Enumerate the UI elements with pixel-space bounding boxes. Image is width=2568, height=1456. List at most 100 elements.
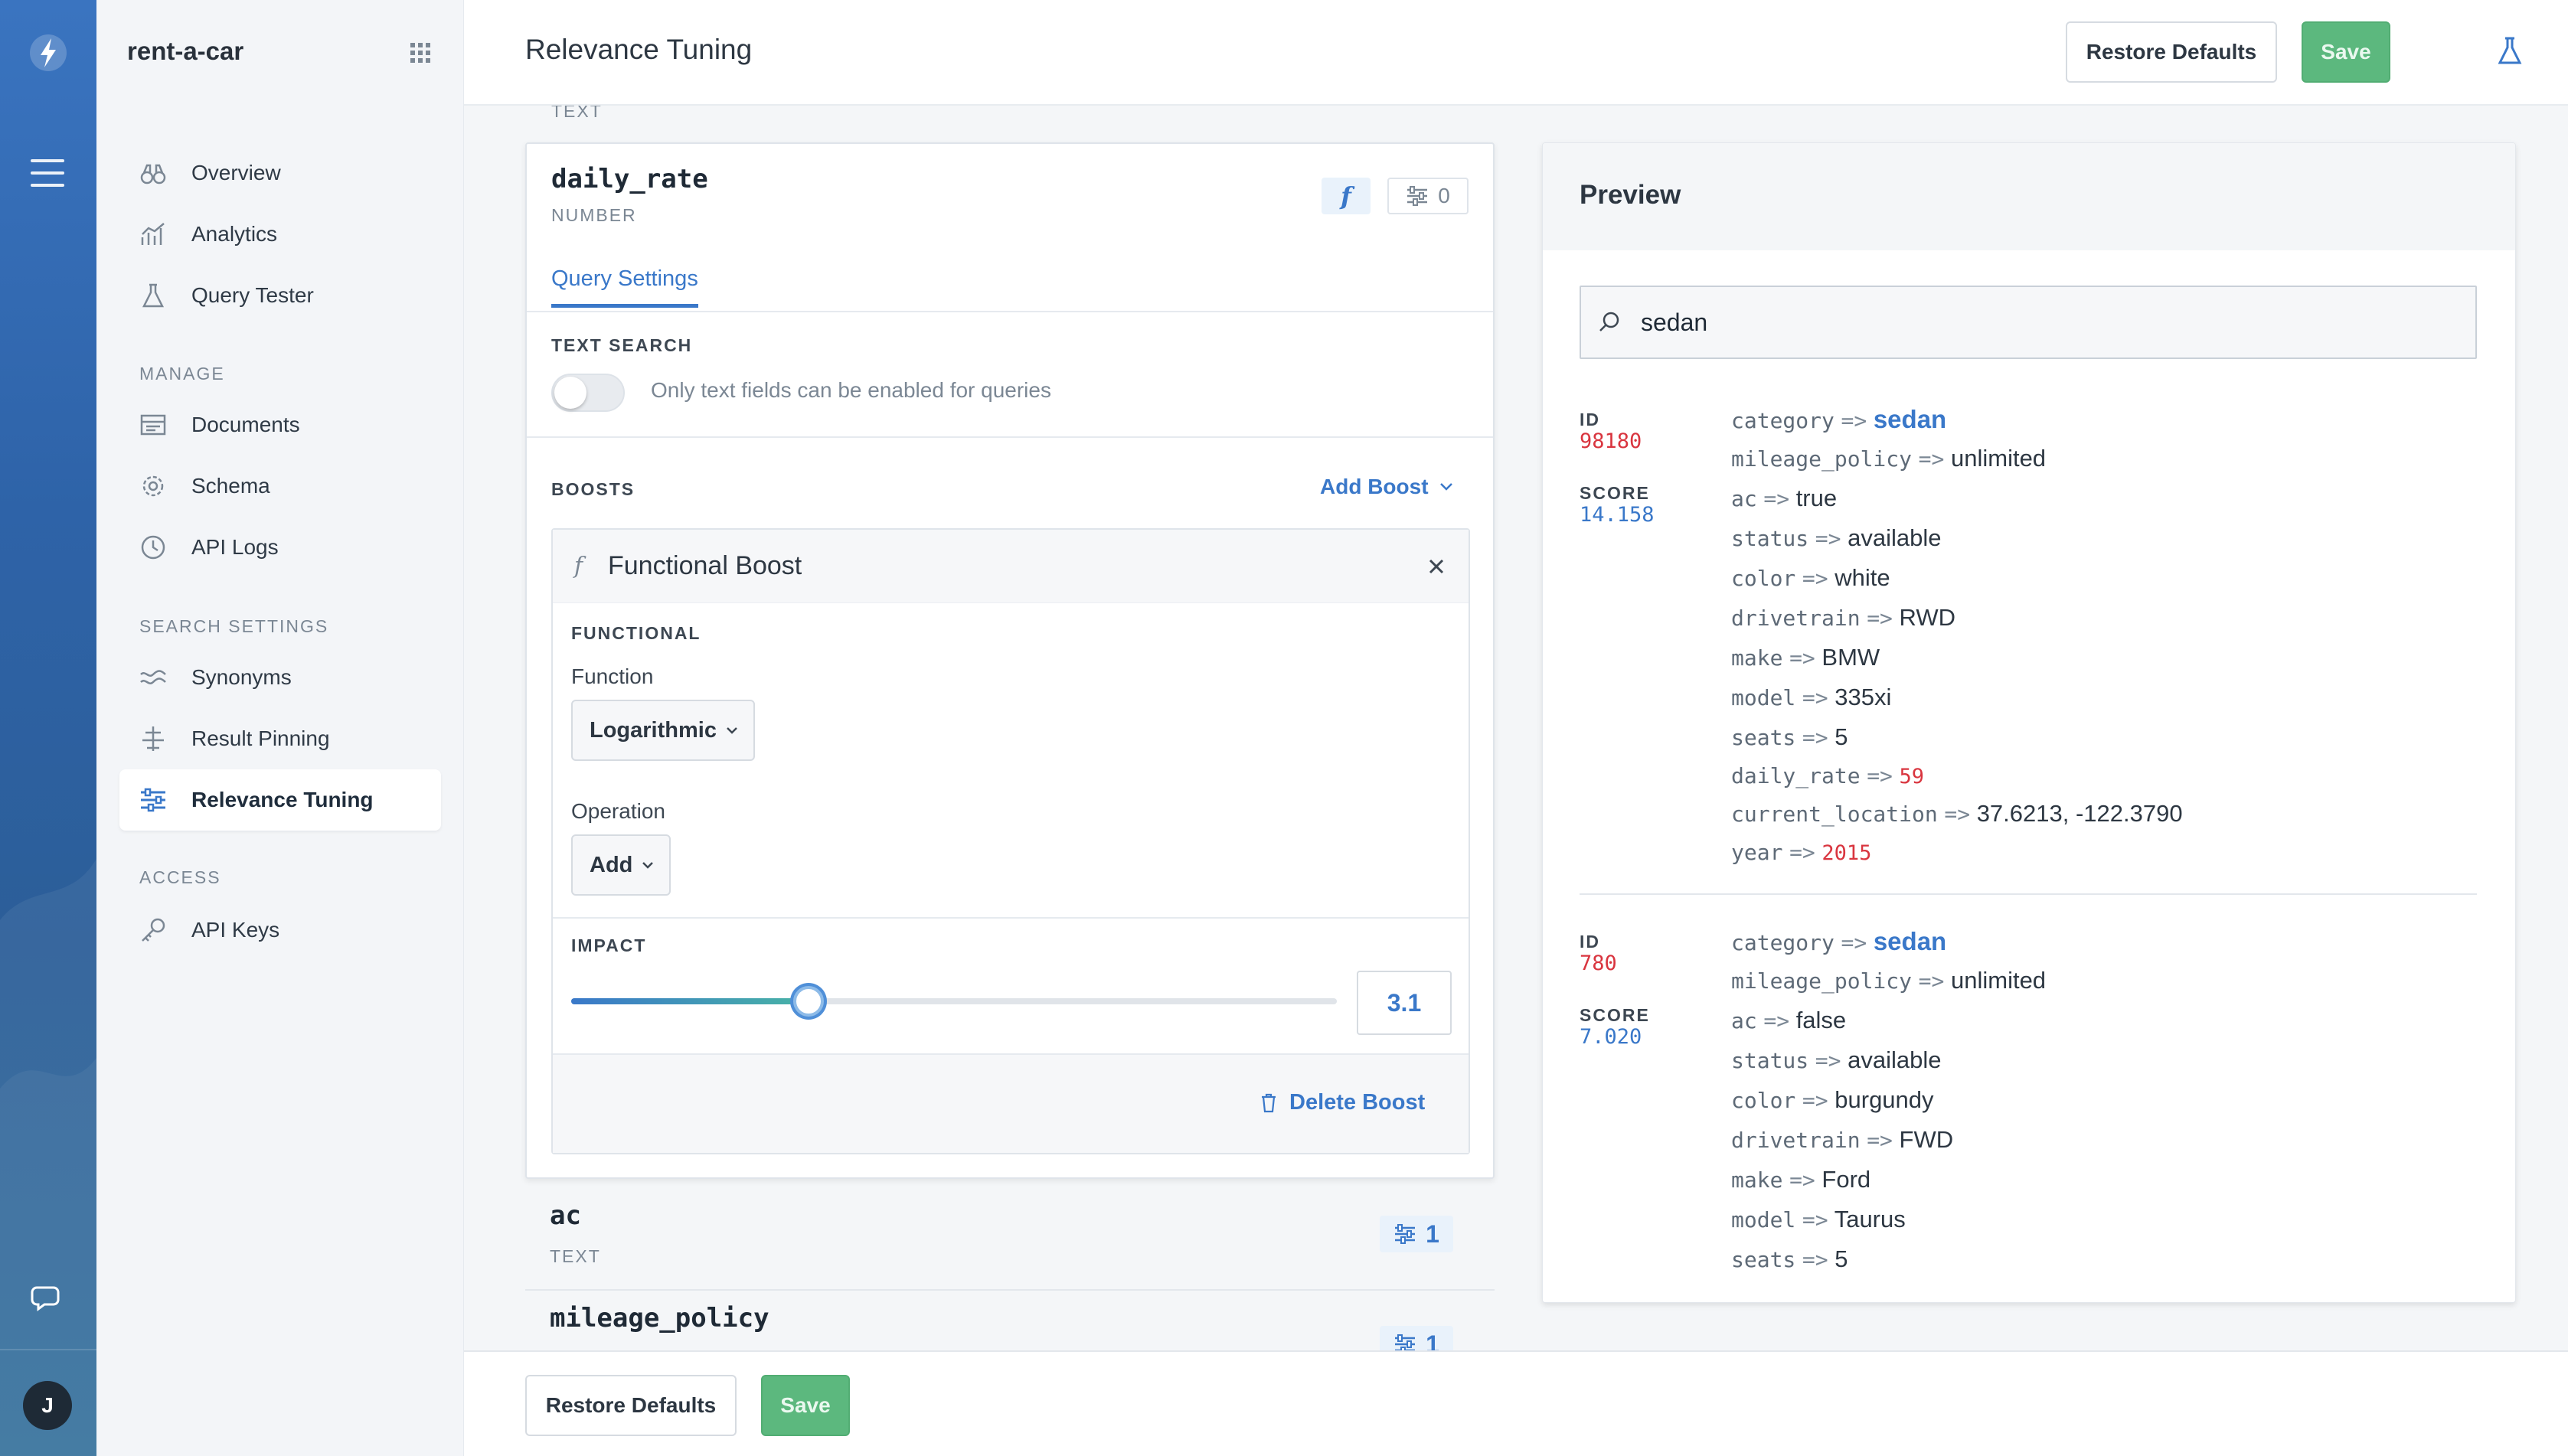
attribute-arrow: => bbox=[1867, 763, 1893, 788]
field-type: NUMBER bbox=[551, 205, 637, 225]
sidebar-item-analytics[interactable]: Analytics bbox=[119, 204, 441, 265]
result-attribute: category => sedan bbox=[1731, 405, 1946, 434]
page-title: Relevance Tuning bbox=[525, 34, 753, 65]
sliders-icon bbox=[138, 785, 168, 815]
delete-boost-button[interactable]: Delete Boost bbox=[1260, 1090, 1425, 1115]
add-boost-label: Add Boost bbox=[1320, 475, 1429, 498]
result-id-label: ID bbox=[1580, 410, 1600, 429]
attribute-value[interactable]: sedan bbox=[1874, 405, 1946, 433]
sidebar: rent-a-car Overview Analytics Query Test… bbox=[96, 0, 464, 1456]
impact-slider-thumb[interactable] bbox=[793, 986, 824, 1017]
attribute-value: 5 bbox=[1835, 723, 1848, 750]
attribute-value: Ford bbox=[1821, 1166, 1871, 1193]
field-name: ac bbox=[550, 1200, 581, 1231]
attribute-value: burgundy bbox=[1835, 1086, 1934, 1113]
boost-count-badge: 0 bbox=[1387, 178, 1469, 214]
operation-select[interactable]: Add bbox=[571, 834, 671, 896]
sliders-icon bbox=[1395, 1334, 1416, 1350]
preview-panel: Preview sedan ID 98180 SCORE 14.158 category… bbox=[1542, 142, 2516, 1303]
rail-divider bbox=[0, 1349, 96, 1350]
function-select-value: Logarithmic bbox=[590, 717, 717, 743]
attribute-key: seats bbox=[1731, 1247, 1796, 1272]
attribute-value: 59 bbox=[1899, 765, 1925, 788]
function-badge: f bbox=[1322, 178, 1371, 214]
documents-icon bbox=[138, 410, 168, 440]
result-attribute: seats => 5 bbox=[1731, 723, 1848, 751]
engine-name: rent-a-car bbox=[127, 37, 244, 65]
boost-count: 0 bbox=[1438, 184, 1450, 207]
user-avatar[interactable]: J bbox=[23, 1381, 72, 1430]
attribute-arrow: => bbox=[1802, 1247, 1828, 1272]
save-button[interactable]: Save bbox=[2302, 21, 2390, 83]
impact-value-input[interactable]: 3.1 bbox=[1357, 971, 1452, 1035]
result-attribute: mileage_policy => unlimited bbox=[1731, 445, 2046, 472]
query-tester-flask-icon[interactable] bbox=[2494, 35, 2525, 66]
result-attribute: model => 335xi bbox=[1731, 684, 1891, 711]
result-score-label: SCORE bbox=[1580, 483, 1650, 503]
sidebar-item-relevance-tuning[interactable]: Relevance Tuning bbox=[119, 769, 441, 831]
attribute-key: ac bbox=[1731, 486, 1757, 511]
sidebar-item-api-keys[interactable]: API Keys bbox=[119, 899, 441, 961]
attribute-key: category bbox=[1731, 408, 1835, 433]
functional-boost-card: f Functional Boost FUNCTIONAL Function L… bbox=[551, 528, 1470, 1154]
sidebar-item-synonyms[interactable]: Synonyms bbox=[119, 647, 441, 708]
attribute-arrow: => bbox=[1841, 930, 1867, 955]
attribute-value: unlimited bbox=[1950, 967, 2047, 994]
sidebar-item-query-tester[interactable]: Query Tester bbox=[119, 265, 441, 326]
attribute-arrow: => bbox=[1802, 1207, 1828, 1232]
preview-query: sedan bbox=[1641, 308, 1708, 336]
attribute-value[interactable]: sedan bbox=[1874, 927, 1946, 955]
sidebar-item-schema[interactable]: Schema bbox=[119, 455, 441, 517]
sidebar-item-label: Analytics bbox=[191, 222, 278, 246]
field-type: TEXT bbox=[550, 1246, 601, 1266]
app-logo-icon[interactable] bbox=[23, 28, 74, 78]
apps-grid-icon[interactable] bbox=[409, 41, 432, 64]
text-search-toggle[interactable] bbox=[551, 374, 625, 412]
result-attribute: make => Ford bbox=[1731, 1166, 1870, 1193]
boosts-label: BOOSTS bbox=[551, 479, 635, 499]
result-attribute: color => white bbox=[1731, 564, 1890, 592]
footer-restore-defaults-button[interactable]: Restore Defaults bbox=[525, 1375, 737, 1436]
chat-icon[interactable] bbox=[31, 1280, 64, 1314]
sliders-icon bbox=[1407, 186, 1428, 206]
preview-title: Preview bbox=[1580, 180, 1681, 210]
field-name: mileage_policy bbox=[550, 1303, 769, 1334]
nav-section-access: ACCESS bbox=[139, 867, 221, 887]
result-attribute: color => burgundy bbox=[1731, 1086, 1934, 1114]
sidebar-item-label: API Keys bbox=[191, 918, 280, 942]
sidebar-item-label: Synonyms bbox=[191, 665, 292, 689]
menu-icon[interactable] bbox=[31, 159, 64, 187]
add-boost-button[interactable]: Add Boost bbox=[1320, 475, 1453, 499]
analytics-chart-icon bbox=[138, 219, 168, 250]
footer-save-button[interactable]: Save bbox=[761, 1375, 850, 1436]
tab-query-settings[interactable]: Query Settings bbox=[551, 266, 698, 308]
sidebar-item-result-pinning[interactable]: Result Pinning bbox=[119, 708, 441, 769]
row-divider bbox=[525, 1289, 1495, 1291]
attribute-arrow: => bbox=[1802, 725, 1828, 750]
close-icon[interactable] bbox=[1426, 556, 1447, 577]
sidebar-item-api-logs[interactable]: API Logs bbox=[119, 517, 441, 578]
sidebar-item-overview[interactable]: Overview bbox=[119, 142, 441, 204]
attribute-key: color bbox=[1731, 1088, 1796, 1113]
restore-defaults-button[interactable]: Restore Defaults bbox=[2066, 21, 2277, 83]
functional-label: FUNCTIONAL bbox=[571, 623, 701, 643]
attribute-key: seats bbox=[1731, 725, 1796, 750]
boost-count-badge: 1 bbox=[1380, 1326, 1453, 1350]
function-symbol-icon: f bbox=[574, 553, 583, 579]
page-footer: Restore Defaults Save bbox=[464, 1350, 2568, 1456]
sidebar-item-documents[interactable]: Documents bbox=[119, 394, 441, 455]
operation-label: Operation bbox=[571, 799, 665, 823]
function-select[interactable]: Logarithmic bbox=[571, 700, 755, 761]
impact-slider[interactable] bbox=[571, 986, 1337, 1017]
attribute-arrow: => bbox=[1918, 968, 1945, 994]
attribute-value: true bbox=[1795, 485, 1838, 511]
sidebar-item-label: Result Pinning bbox=[191, 726, 330, 750]
gear-icon bbox=[138, 471, 168, 501]
attribute-arrow: => bbox=[1789, 1167, 1815, 1193]
attribute-arrow: => bbox=[1802, 566, 1828, 591]
attribute-key: ac bbox=[1731, 1008, 1757, 1033]
section-divider bbox=[527, 436, 1493, 438]
attribute-key: year bbox=[1731, 840, 1783, 865]
trash-icon bbox=[1262, 1093, 1276, 1112]
preview-search-input[interactable]: sedan bbox=[1580, 286, 2477, 359]
